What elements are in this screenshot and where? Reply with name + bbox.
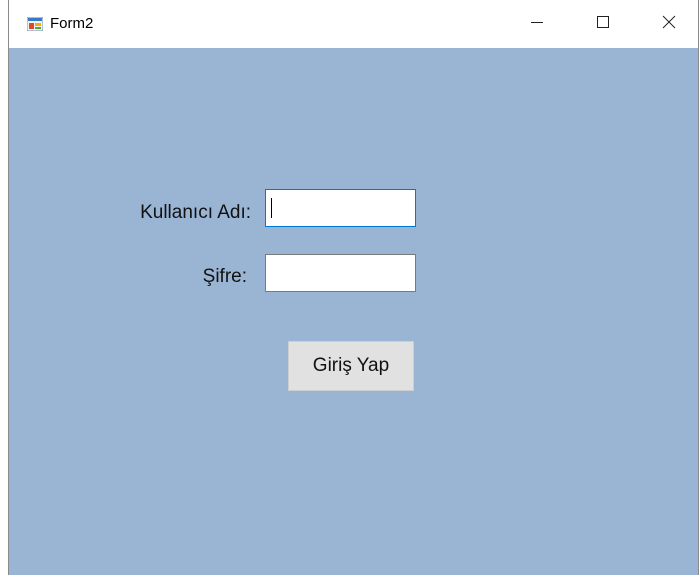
username-input[interactable] — [265, 189, 416, 227]
maximize-button[interactable] — [580, 0, 626, 48]
text-caret — [271, 198, 272, 218]
title-bar[interactable]: Form2 — [9, 0, 698, 48]
app-icon — [26, 16, 44, 32]
form-client-area: Kullanıcı Adı: Şifre: Giriş Yap — [9, 48, 698, 575]
maximize-icon — [597, 15, 609, 33]
login-button[interactable]: Giriş Yap — [288, 341, 414, 391]
minimize-icon — [531, 15, 543, 33]
close-button[interactable] — [646, 0, 692, 48]
close-icon — [662, 15, 676, 34]
minimize-button[interactable] — [514, 0, 560, 48]
username-label: Kullanıcı Adı: — [140, 202, 251, 223]
form2-window: Form2 Kullanıcı Adı: Şifre: Giriş Yap — [8, 0, 699, 575]
password-input[interactable] — [265, 254, 416, 292]
password-label: Şifre: — [202, 266, 247, 287]
window-title: Form2 — [50, 15, 94, 32]
